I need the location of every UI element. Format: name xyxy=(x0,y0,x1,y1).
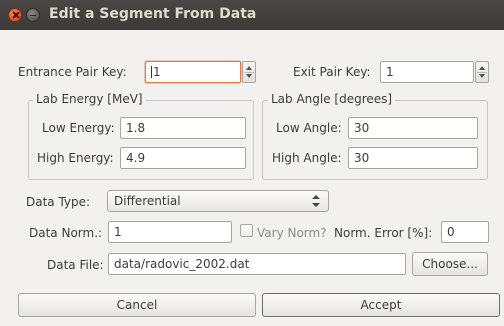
entrance-pair-key-stepper[interactable] xyxy=(242,61,256,83)
decrement-arrow-icon[interactable] xyxy=(479,74,485,78)
stepper-divider xyxy=(477,72,487,73)
entrance-pair-key-label: Entrance Pair Key: xyxy=(18,65,127,79)
high-angle-label: High Angle: xyxy=(272,151,342,165)
low-angle-label: Low Angle: xyxy=(276,121,342,135)
exit-pair-key-value: 1 xyxy=(386,65,394,79)
accept-button[interactable]: Accept xyxy=(262,293,500,317)
norm-error-label: Norm. Error [%]: xyxy=(334,226,433,240)
data-file-label: Data File: xyxy=(47,258,104,272)
minimize-icon[interactable] xyxy=(26,8,40,22)
dialog-content: Entrance Pair Key: 1 Exit Pair Key: 1 La… xyxy=(0,30,504,326)
chevron-updown-icon xyxy=(312,195,320,207)
text-caret xyxy=(151,66,152,78)
data-norm-input[interactable]: 1 xyxy=(108,221,232,243)
data-file-input[interactable]: data/radovic_2002.dat xyxy=(108,253,406,275)
data-norm-label: Data Norm.: xyxy=(29,226,103,240)
high-energy-label: High Energy: xyxy=(37,151,114,165)
exit-pair-key-input[interactable]: 1 xyxy=(380,61,474,83)
choose-file-button[interactable]: Choose... xyxy=(412,252,488,276)
exit-pair-key-stepper[interactable] xyxy=(475,61,489,83)
decrement-arrow-icon[interactable] xyxy=(246,74,252,78)
entrance-pair-key-input[interactable]: 1 xyxy=(145,61,241,83)
entrance-pair-key-value: 1 xyxy=(153,65,161,79)
close-icon[interactable] xyxy=(8,8,22,22)
data-type-selected-value: Differential xyxy=(114,194,181,208)
norm-error-input[interactable]: 0 xyxy=(441,221,489,243)
window-title: Edit a Segment From Data xyxy=(49,6,257,22)
low-angle-input[interactable]: 30 xyxy=(348,117,478,139)
cancel-button[interactable]: Cancel xyxy=(18,293,256,317)
low-energy-input[interactable]: 1.8 xyxy=(120,117,246,139)
increment-arrow-icon[interactable] xyxy=(246,66,252,70)
high-energy-input[interactable]: 4.9 xyxy=(120,147,246,169)
increment-arrow-icon[interactable] xyxy=(479,66,485,70)
vary-norm-checkbox[interactable] xyxy=(240,224,253,237)
stepper-divider xyxy=(244,72,254,73)
title-bar: Edit a Segment From Data xyxy=(0,0,504,30)
lab-angle-group-title: Lab Angle [degrees] xyxy=(268,92,396,106)
vary-norm-label: Vary Norm? xyxy=(257,226,327,240)
data-type-select[interactable]: Differential xyxy=(107,190,329,212)
high-angle-input[interactable]: 30 xyxy=(348,147,478,169)
data-type-label: Data Type: xyxy=(26,195,91,209)
low-energy-label: Low Energy: xyxy=(42,121,115,135)
lab-energy-group-title: Lab Energy [MeV] xyxy=(33,92,146,106)
exit-pair-key-label: Exit Pair Key: xyxy=(293,65,371,79)
